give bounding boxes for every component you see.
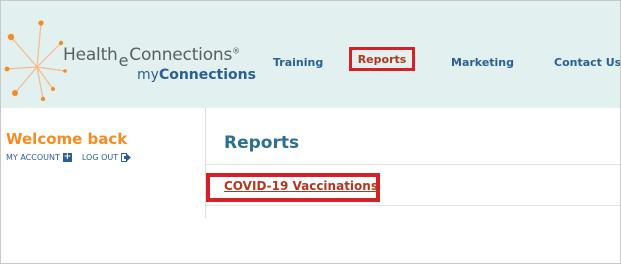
page-title: Reports — [224, 133, 300, 153]
account-links: MY ACCOUNT + LOG OUT — [6, 153, 132, 162]
brand-part1: Health — [63, 45, 118, 65]
nav-contact-us[interactable]: Contact Us — [554, 56, 621, 69]
brand-name: HealtheConnections® — [63, 45, 240, 70]
sidebar: Welcome back MY ACCOUNT + LOG OUT — [0, 108, 205, 264]
brand-subtitle: myConnections — [137, 67, 256, 83]
log-out-label: LOG OUT — [81, 153, 119, 162]
nav-marketing[interactable]: Marketing — [451, 56, 514, 69]
log-out-link[interactable]: LOG OUT — [81, 153, 132, 162]
welcome-heading: Welcome back — [6, 130, 128, 148]
brand-sub-prefix: my — [137, 67, 159, 83]
nav-reports[interactable]: Reports — [349, 47, 415, 71]
logout-arrow-icon — [121, 153, 132, 162]
my-account-label: MY ACCOUNT — [6, 153, 60, 162]
title-divider — [206, 164, 621, 165]
brand-e: e — [118, 51, 129, 70]
my-account-link[interactable]: MY ACCOUNT + — [6, 153, 72, 162]
nav-reports-label: Reports — [357, 52, 407, 66]
brand-part2: Connections — [129, 45, 233, 65]
plus-square-icon: + — [62, 152, 72, 162]
nav-training[interactable]: Training — [273, 56, 323, 69]
list-divider — [206, 205, 621, 206]
registered-mark: ® — [232, 46, 240, 56]
brand-sub-strong: Connections — [158, 67, 256, 83]
site-header: HealtheConnections® myConnections Traini… — [1, 1, 621, 108]
covid-vaccinations-link[interactable]: COVID-19 Vaccinations — [224, 179, 378, 193]
